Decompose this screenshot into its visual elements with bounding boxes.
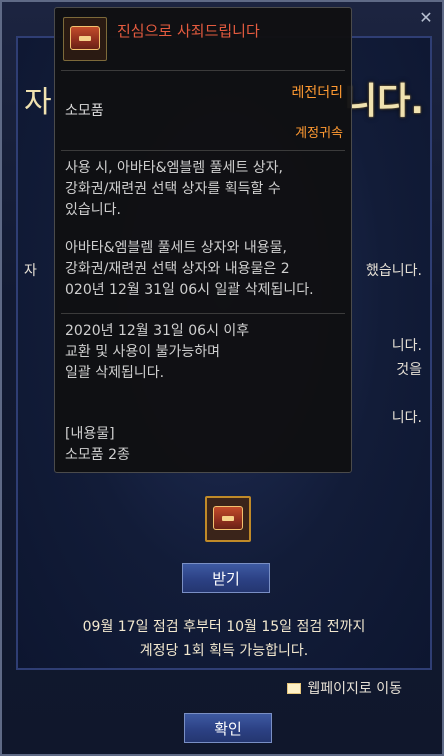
item-title: 진심으로 사죄드립니다	[117, 22, 260, 40]
contents-header: [내용물]	[65, 426, 115, 442]
item-type: 소모품	[65, 103, 104, 119]
right-text-fragment-2: 니다.	[391, 338, 422, 354]
divider	[61, 70, 345, 71]
background-title-fragment: 니다.	[344, 81, 424, 122]
left-title-fragment: 자	[24, 85, 52, 120]
contents-item: 소모품 2종	[65, 447, 130, 463]
receive-button[interactable]: 받기	[182, 563, 270, 593]
chest-icon	[70, 26, 100, 50]
right-text-fragment-1: 했습니다.	[366, 263, 422, 279]
window-icon	[287, 682, 302, 694]
confirm-button[interactable]: 확인	[184, 713, 272, 743]
period-info: 09월 17일 점검 후부터 10월 15일 점검 전까지	[82, 619, 366, 635]
item-slot[interactable]	[205, 496, 251, 542]
limit-info: 계정당 1회 획득 가능합니다.	[139, 643, 309, 659]
webpage-link-label: 웹페이지로 이동	[307, 681, 402, 697]
item-expiry-note: 아바타&엠블렘 풀세트 상자와 내용물, 강화권/재련권 선택 상자와 내용물은…	[65, 240, 314, 298]
divider	[61, 313, 345, 314]
item-grade: 레전더리	[291, 85, 343, 101]
chest-icon	[213, 506, 243, 530]
tooltip-header: 진심으로 사죄드립니다	[55, 8, 351, 70]
webpage-link[interactable]: 웹페이지로 이동	[287, 678, 402, 698]
item-trade-note: 2020년 12월 31일 06시 이후 교환 및 사용이 불가능하며 일괄 삭…	[65, 323, 250, 381]
right-text-fragment-3: 것을	[396, 362, 422, 378]
item-tooltip: 진심으로 사죄드립니다 레전더리 소모품 계정귀속 사용 시, 아바타&엠블렘 …	[54, 7, 352, 473]
left-text-fragment: 자	[24, 263, 37, 279]
item-bind: 계정귀속	[295, 126, 343, 141]
right-text-fragment-4: 니다.	[391, 410, 422, 426]
item-thumbnail	[63, 17, 107, 61]
divider	[61, 150, 345, 151]
close-icon[interactable]: ✕	[416, 8, 436, 28]
item-description: 사용 시, 아바타&엠블렘 풀세트 상자, 강화권/재련권 선택 상자를 획득할…	[65, 160, 283, 218]
